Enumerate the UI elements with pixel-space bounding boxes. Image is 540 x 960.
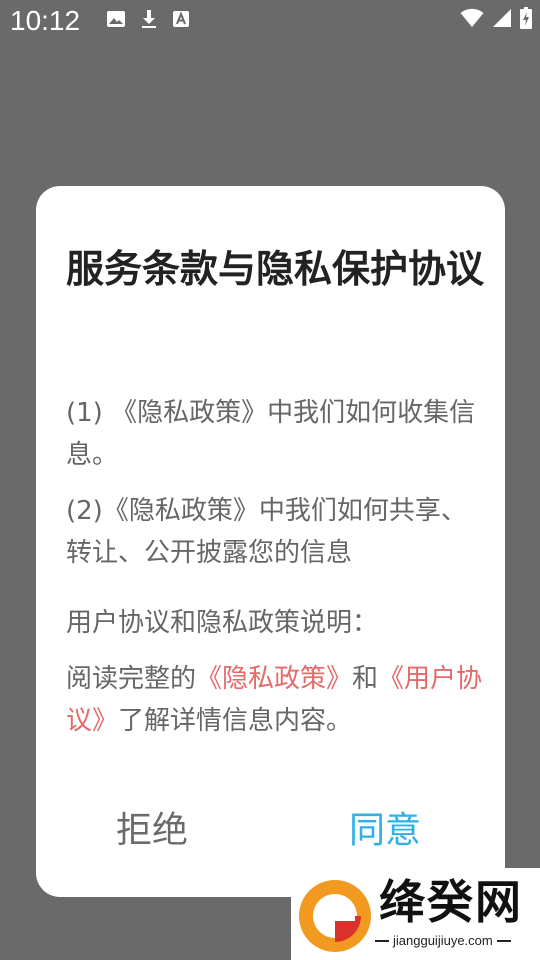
read-full-suffix: 了解详情信息内容。	[118, 706, 353, 736]
notification-icons	[106, 8, 190, 30]
image-icon	[107, 11, 125, 27]
brand-logo-icon	[299, 880, 371, 952]
paragraph-share-info: (2)《隐私政策》中我们如何共享、转让、公开披露您的信息	[66, 496, 467, 568]
battery-charging-icon	[520, 7, 532, 29]
read-full-prefix: 阅读完整的	[66, 664, 197, 694]
brand-url-row: jiangguijiuye.com	[375, 932, 535, 950]
paragraph-explanation-heading: 用户协议和隐私政策说明：	[66, 608, 379, 638]
download-icon	[142, 10, 156, 28]
brand-name: 绛癸网	[379, 875, 523, 929]
status-time: 10:12	[10, 5, 81, 36]
privacy-policy-link[interactable]: 《隐私政策》	[196, 664, 352, 694]
watermark: 绛癸网 jiangguijiuye.com	[291, 868, 540, 960]
wifi-icon	[460, 8, 484, 27]
reject-button[interactable]: 拒绝	[116, 806, 188, 856]
font-icon	[173, 11, 189, 27]
system-icons	[460, 6, 532, 30]
brand-url: jiangguijiuye.com	[393, 933, 493, 948]
right-dash	[496, 940, 511, 942]
signal-icon	[493, 9, 511, 27]
left-dash	[375, 940, 389, 942]
privacy-agreement-dialog: 服务条款与隐私保护协议 (1) 《隐私政策》中我们如何收集信息。 (2)《隐私政…	[36, 186, 505, 897]
status-bar: 10:12	[0, 0, 540, 42]
read-full-middle: 和	[352, 664, 379, 694]
dialog-title: 服务条款与隐私保护协议	[66, 247, 485, 291]
paragraph-read-full: 阅读完整的《隐私政策》和《用户协议》了解详情信息内容。	[66, 658, 486, 742]
agree-button[interactable]: 同意	[349, 806, 421, 856]
paragraph-collect-info: (1) 《隐私政策》中我们如何收集信息。	[66, 398, 476, 470]
